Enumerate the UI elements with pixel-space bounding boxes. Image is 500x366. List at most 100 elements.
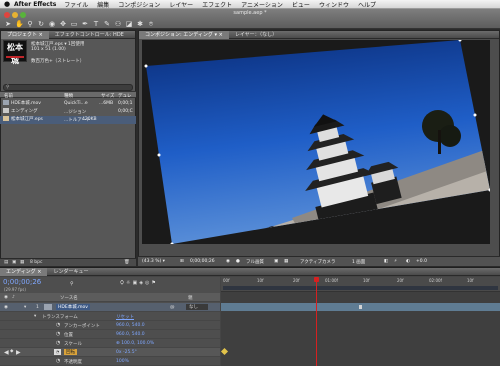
col-name[interactable]: 名前 bbox=[4, 93, 13, 99]
close-window-button[interactable] bbox=[4, 12, 10, 18]
transparency-grid-icon[interactable]: ▦ bbox=[284, 259, 288, 264]
prop-value[interactable]: 100% bbox=[116, 359, 129, 364]
menu-animation[interactable]: アニメーション bbox=[241, 0, 283, 9]
trash-icon[interactable]: 🗑 bbox=[124, 260, 130, 265]
selection-tool-icon[interactable]: ➤ bbox=[4, 20, 12, 28]
mask-tool-icon[interactable]: ▭ bbox=[70, 20, 78, 28]
timeline-graph-area[interactable]: 00f 10f 20f 01:00f 10f 20f 02:00f 10f bbox=[220, 277, 500, 366]
col-parent[interactable]: 親 bbox=[188, 295, 193, 301]
menu-layer[interactable]: レイヤー bbox=[169, 0, 193, 9]
app-menu[interactable]: After Effects bbox=[14, 1, 56, 8]
view-layout-select[interactable]: 1 画面 bbox=[352, 259, 365, 265]
tab-layer[interactable]: レイヤー：（なし） bbox=[229, 31, 283, 39]
exposure-icon[interactable]: ◐ bbox=[406, 259, 410, 264]
col-size[interactable]: サイズ bbox=[101, 93, 114, 99]
clone-stamp-tool-icon[interactable]: ⚇ bbox=[114, 20, 122, 28]
bit-depth[interactable]: 8 bpc bbox=[30, 260, 42, 265]
parent-pickwhip-icon[interactable]: @ bbox=[170, 305, 175, 310]
roto-brush-icon[interactable]: ⌾ bbox=[147, 20, 155, 28]
eraser-tool-icon[interactable]: ◪ bbox=[125, 20, 133, 28]
menu-file[interactable]: ファイル bbox=[64, 0, 88, 9]
interpret-footage-icon[interactable]: ▤ bbox=[4, 260, 8, 265]
prop-value[interactable]: 960.0, 540.0 bbox=[116, 323, 145, 328]
col-type[interactable]: 種類 bbox=[64, 93, 73, 99]
apple-icon[interactable]: ● bbox=[0, 0, 14, 8]
prop-value[interactable]: ⊕ 100.0, 100.0% bbox=[116, 341, 154, 346]
prop-value[interactable]: 0x -25.5° bbox=[116, 350, 137, 355]
search-icon[interactable]: ⚲ bbox=[70, 281, 74, 287]
new-composition-icon[interactable]: ▦ bbox=[20, 260, 24, 265]
pan-behind-tool-icon[interactable]: ✥ bbox=[59, 20, 67, 28]
layer-row[interactable]: ◉ ▾ 1 HDE本城.mov @ なし bbox=[0, 303, 220, 312]
camera-tool-icon[interactable]: ◉ bbox=[48, 20, 56, 28]
current-time[interactable]: 0;00;00;26 bbox=[3, 278, 41, 286]
project-row[interactable]: HDE本城.mov QuickTi...e ...6MB 0;00;1 bbox=[0, 100, 136, 108]
tab-composition[interactable]: コンポジション: エンディング ▾ × bbox=[139, 30, 229, 39]
menu-composition[interactable]: コンポジション bbox=[118, 0, 160, 9]
project-search-input[interactable] bbox=[3, 84, 133, 91]
pen-tool-icon[interactable]: ✒ bbox=[81, 20, 89, 28]
tab-project[interactable]: プロジェクト × bbox=[1, 30, 49, 39]
rotation-keyframe[interactable] bbox=[220, 347, 229, 356]
menu-help[interactable]: ヘルプ bbox=[358, 0, 376, 9]
timeline-switches-icons[interactable]: ⛭☼▣◈◎⚑ bbox=[120, 280, 158, 286]
stopwatch-active-icon[interactable]: ◔ bbox=[54, 349, 61, 355]
transform-group-row[interactable]: ▾ トランスフォーム リセット bbox=[0, 312, 220, 321]
next-keyframe-icon[interactable]: ▶ bbox=[16, 349, 21, 356]
grid-icon[interactable]: ⊞ bbox=[180, 259, 184, 264]
puppet-tool-icon[interactable]: ✱ bbox=[136, 20, 144, 28]
menu-bar: ● After Effects ファイル 編集 コンポジション レイヤー エフェ… bbox=[0, 0, 500, 9]
menu-window[interactable]: ウィンドウ bbox=[319, 0, 349, 9]
stopwatch-icon[interactable]: ◔ bbox=[56, 331, 60, 337]
new-folder-icon[interactable]: ▣ bbox=[12, 260, 16, 265]
channel-icon[interactable]: ● bbox=[236, 259, 240, 264]
prev-keyframe-icon[interactable]: ◀ bbox=[4, 349, 9, 356]
comp-timecode[interactable]: 0;00;00;26 bbox=[190, 259, 215, 264]
eye-icon[interactable]: ◉ bbox=[4, 295, 8, 300]
region-icon[interactable]: ▣ bbox=[274, 259, 278, 264]
text-tool-icon[interactable]: T bbox=[92, 20, 100, 28]
playhead-line[interactable] bbox=[316, 281, 317, 366]
snapshot-icon[interactable]: ◉ bbox=[226, 259, 230, 264]
expand-arrow-icon[interactable]: ▾ bbox=[24, 305, 26, 310]
minimize-window-button[interactable] bbox=[12, 12, 18, 18]
composition-viewer[interactable] bbox=[142, 40, 490, 244]
menu-effect[interactable]: エフェクト bbox=[202, 0, 232, 9]
parent-select[interactable]: なし bbox=[186, 304, 208, 310]
stopwatch-icon[interactable]: ◔ bbox=[56, 340, 60, 346]
camera-select[interactable]: アクティブカメラ bbox=[300, 259, 336, 265]
project-row-selected[interactable]: 松本城江戸.eps ...トルアート 420KB bbox=[0, 116, 136, 124]
tab-ending[interactable]: エンディング × bbox=[0, 267, 48, 276]
stopwatch-icon[interactable]: ◔ bbox=[56, 358, 60, 364]
toggle-pixel-icon[interactable]: ◧ bbox=[384, 259, 388, 264]
menu-edit[interactable]: 編集 bbox=[97, 0, 109, 9]
layer-name[interactable]: HDE本城.mov bbox=[56, 304, 90, 310]
visibility-eye-icon[interactable]: ◉ bbox=[4, 305, 8, 310]
stopwatch-icon[interactable]: ◔ bbox=[56, 322, 60, 328]
project-row[interactable]: エンディング ...ジション 0;00;C bbox=[0, 108, 136, 116]
zoom-tool-icon[interactable]: ⚲ bbox=[26, 20, 34, 28]
zoom-window-button[interactable] bbox=[20, 12, 26, 18]
col-duration[interactable]: デュレ bbox=[118, 93, 131, 99]
hand-tool-icon[interactable]: ✋ bbox=[15, 20, 24, 28]
expand-arrow-icon[interactable]: ▾ bbox=[34, 314, 36, 319]
audio-icon[interactable]: ♪ bbox=[12, 295, 15, 300]
resolution-select[interactable]: フル画質 bbox=[246, 259, 264, 265]
work-area-bar[interactable] bbox=[223, 286, 498, 290]
reset-link[interactable]: リセット bbox=[116, 314, 134, 320]
tab-effect-controls[interactable]: エフェクトコントロール: HDE bbox=[49, 31, 130, 39]
zoom-level[interactable]: (43.3 %) ▾ bbox=[142, 259, 165, 264]
fast-preview-icon[interactable]: ⚡ bbox=[394, 259, 397, 264]
property-row: ◔ スケール ⊕ 100.0, 100.0% bbox=[0, 339, 220, 348]
add-keyframe-icon[interactable]: ◆ bbox=[10, 349, 13, 354]
brush-tool-icon[interactable]: ✎ bbox=[103, 20, 111, 28]
ruler-tick: 10f bbox=[467, 278, 474, 283]
prop-value[interactable]: 960.0, 540.0 bbox=[116, 332, 145, 337]
marker-icon[interactable] bbox=[359, 305, 362, 309]
menu-view[interactable]: ビュー bbox=[292, 0, 310, 9]
col-source-name[interactable]: ソース名 bbox=[60, 295, 78, 301]
project-tabbar: プロジェクト × エフェクトコントロール: HDE bbox=[1, 30, 135, 39]
exposure-value[interactable]: +0.0 bbox=[416, 259, 427, 264]
rotate-tool-icon[interactable]: ↻ bbox=[37, 20, 45, 28]
tab-render-queue[interactable]: レンダーキュー bbox=[47, 268, 94, 276]
